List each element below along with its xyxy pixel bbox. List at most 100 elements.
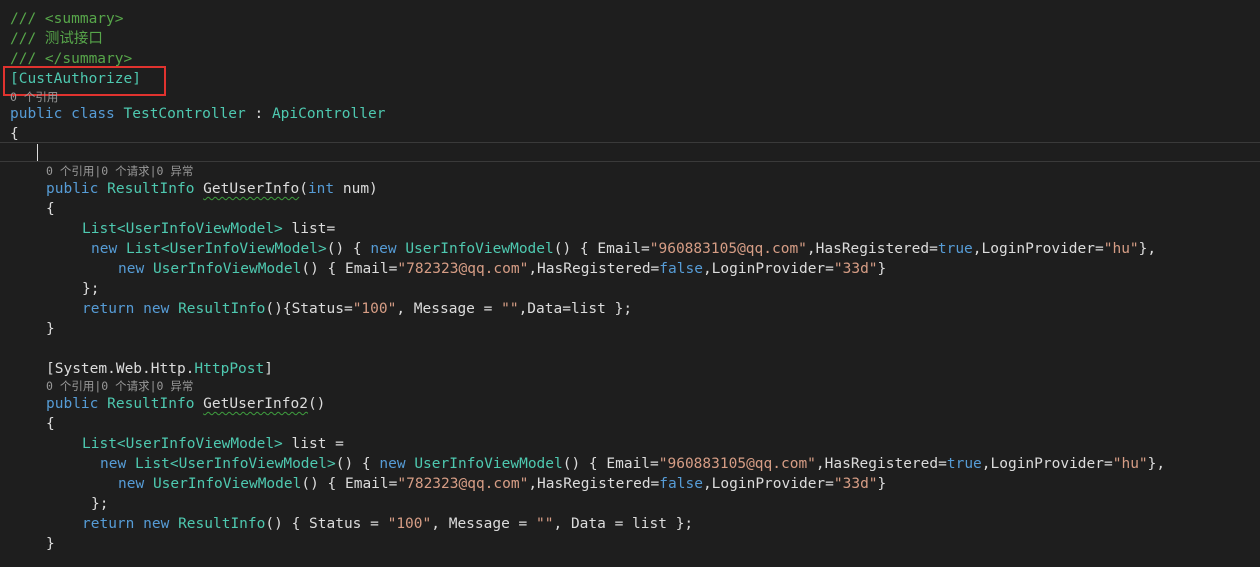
model-type: UserInfoViewModel bbox=[405, 241, 554, 257]
string-status: "100" bbox=[352, 301, 397, 317]
method2-signature: public ResultInfo GetUserInfo2() bbox=[46, 394, 325, 414]
method2-return: return new ResultInfo() { Status = "100"… bbox=[82, 514, 693, 534]
keyword-new: new bbox=[143, 516, 170, 532]
keyword-new: new bbox=[143, 301, 170, 317]
keyword-public: public bbox=[46, 181, 99, 197]
list-type: List<UserInfoViewModel> bbox=[82, 436, 283, 452]
string-provider: "hu" bbox=[1103, 241, 1139, 257]
string-provider: "33d" bbox=[833, 261, 878, 277]
doc-comment-summary-open: /// <summary> bbox=[10, 11, 124, 27]
method1-list-init-2: new UserInfoViewModel() { Email="782323@… bbox=[118, 259, 886, 279]
code-text: () { Email= bbox=[301, 476, 398, 492]
return-type: ResultInfo bbox=[178, 301, 266, 317]
code-text: ,HasRegistered= bbox=[528, 476, 660, 492]
method1-codelens[interactable]: 0 个引用|0 个请求|0 异常 bbox=[46, 164, 193, 178]
method1-open-brace: { bbox=[46, 201, 55, 217]
keyword-public: public bbox=[46, 396, 99, 412]
method2-codelens[interactable]: 0 个引用|0 个请求|0 异常 bbox=[46, 379, 193, 393]
list-var: list = bbox=[282, 436, 344, 452]
bracket: ] bbox=[264, 361, 273, 377]
class-declaration: public class TestController : ApiControl… bbox=[10, 104, 385, 124]
method1-list-decl: List<UserInfoViewModel> list= bbox=[82, 219, 335, 239]
keyword-new: new bbox=[91, 241, 118, 257]
code-text: () { Email= bbox=[553, 241, 650, 257]
model-type: UserInfoViewModel bbox=[152, 261, 302, 277]
list-var: list= bbox=[282, 221, 336, 237]
list-type: List<UserInfoViewModel> bbox=[82, 221, 283, 237]
code-text: ,LoginProvider= bbox=[702, 476, 834, 492]
string-message: "" bbox=[501, 301, 519, 317]
class-name: TestController bbox=[123, 106, 246, 122]
method1-close-brace: } bbox=[46, 321, 55, 337]
method1-list-init-1: new List<UserInfoViewModel>() { new User… bbox=[91, 239, 1156, 259]
attribute-cust-authorize: [CustAuthorize] bbox=[10, 71, 141, 87]
code-text: () { bbox=[335, 456, 380, 472]
method1-signature: public ResultInfo GetUserInfo(int num) bbox=[46, 179, 378, 199]
code-text: , Message = bbox=[396, 301, 502, 317]
code-text: ,HasRegistered= bbox=[528, 261, 660, 277]
string-email: "960883105@qq.com" bbox=[649, 241, 807, 257]
code-text: () { Email= bbox=[301, 261, 398, 277]
model-type: UserInfoViewModel bbox=[152, 476, 302, 492]
keyword-bool: true bbox=[937, 241, 973, 257]
string-email: "782323@qq.com" bbox=[397, 476, 529, 492]
code-text: ,HasRegistered= bbox=[806, 241, 938, 257]
method2-list-init-1: new List<UserInfoViewModel>() { new User… bbox=[100, 454, 1165, 474]
string-provider: "hu" bbox=[1112, 456, 1148, 472]
code-text: } bbox=[877, 261, 887, 277]
model-type: UserInfoViewModel bbox=[414, 456, 563, 472]
keyword-class: class bbox=[71, 106, 115, 122]
text-caret[interactable] bbox=[37, 144, 38, 161]
code-text: ,LoginProvider= bbox=[981, 456, 1113, 472]
method1-name: GetUserInfo bbox=[203, 181, 300, 197]
string-status: "100" bbox=[387, 516, 432, 532]
code-text: ,Data=list }; bbox=[518, 301, 633, 317]
string-email: "782323@qq.com" bbox=[397, 261, 529, 277]
keyword-bool: false bbox=[659, 476, 703, 492]
keyword-new: new bbox=[118, 476, 145, 492]
method2-open-brace: { bbox=[46, 416, 55, 432]
attribute-namespace: [System.Web.Http. bbox=[46, 361, 195, 377]
code-text: , Message = bbox=[431, 516, 537, 532]
class-codelens-references[interactable]: 0 个引用 bbox=[10, 90, 58, 104]
method2-list-init-2: new UserInfoViewModel() { Email="782323@… bbox=[118, 474, 886, 494]
list-type: List<UserInfoViewModel> bbox=[125, 241, 327, 257]
keyword-public: public bbox=[10, 106, 63, 122]
code-text: ,HasRegistered= bbox=[815, 456, 947, 472]
param-type: int bbox=[307, 181, 335, 197]
method1-list-close: }; bbox=[82, 281, 100, 297]
current-line-highlight bbox=[0, 142, 1260, 162]
code-text: ,LoginProvider= bbox=[972, 241, 1104, 257]
string-message: "" bbox=[536, 516, 554, 532]
attribute-httppost: HttpPost bbox=[194, 361, 265, 377]
list-type: List<UserInfoViewModel> bbox=[134, 456, 336, 472]
code-text: () { bbox=[326, 241, 371, 257]
method2-list-decl: List<UserInfoViewModel> list = bbox=[82, 434, 344, 454]
keyword-return: return bbox=[82, 301, 135, 317]
keyword-new: new bbox=[379, 456, 406, 472]
return-type: ResultInfo bbox=[107, 181, 195, 197]
parens: () bbox=[307, 396, 326, 412]
code-text: () { Status = bbox=[265, 516, 388, 532]
code-text: , Data = list }; bbox=[553, 516, 694, 532]
method2-list-close: }; bbox=[91, 496, 109, 512]
method2-attribute: [System.Web.Http.HttpPost] bbox=[46, 359, 273, 379]
base-class: ApiController bbox=[271, 106, 386, 122]
method2-name: GetUserInfo2 bbox=[203, 396, 308, 412]
code-text: }, bbox=[1138, 241, 1157, 257]
code-text: () { Email= bbox=[562, 456, 659, 472]
doc-comment-summary-close: /// </summary> bbox=[10, 51, 133, 67]
code-text: (){Status= bbox=[265, 301, 353, 317]
colon: : bbox=[245, 106, 272, 122]
keyword-bool: true bbox=[946, 456, 982, 472]
doc-comment-summary-text: /// 测试接口 bbox=[10, 31, 103, 47]
paren: ( bbox=[299, 181, 308, 197]
string-provider: "33d" bbox=[833, 476, 878, 492]
keyword-bool: false bbox=[659, 261, 703, 277]
code-text: }, bbox=[1147, 456, 1166, 472]
keyword-return: return bbox=[82, 516, 135, 532]
method2-close-brace: } bbox=[46, 536, 55, 552]
code-text: } bbox=[877, 476, 887, 492]
string-email: "960883105@qq.com" bbox=[658, 456, 816, 472]
param-name: num) bbox=[334, 181, 378, 197]
